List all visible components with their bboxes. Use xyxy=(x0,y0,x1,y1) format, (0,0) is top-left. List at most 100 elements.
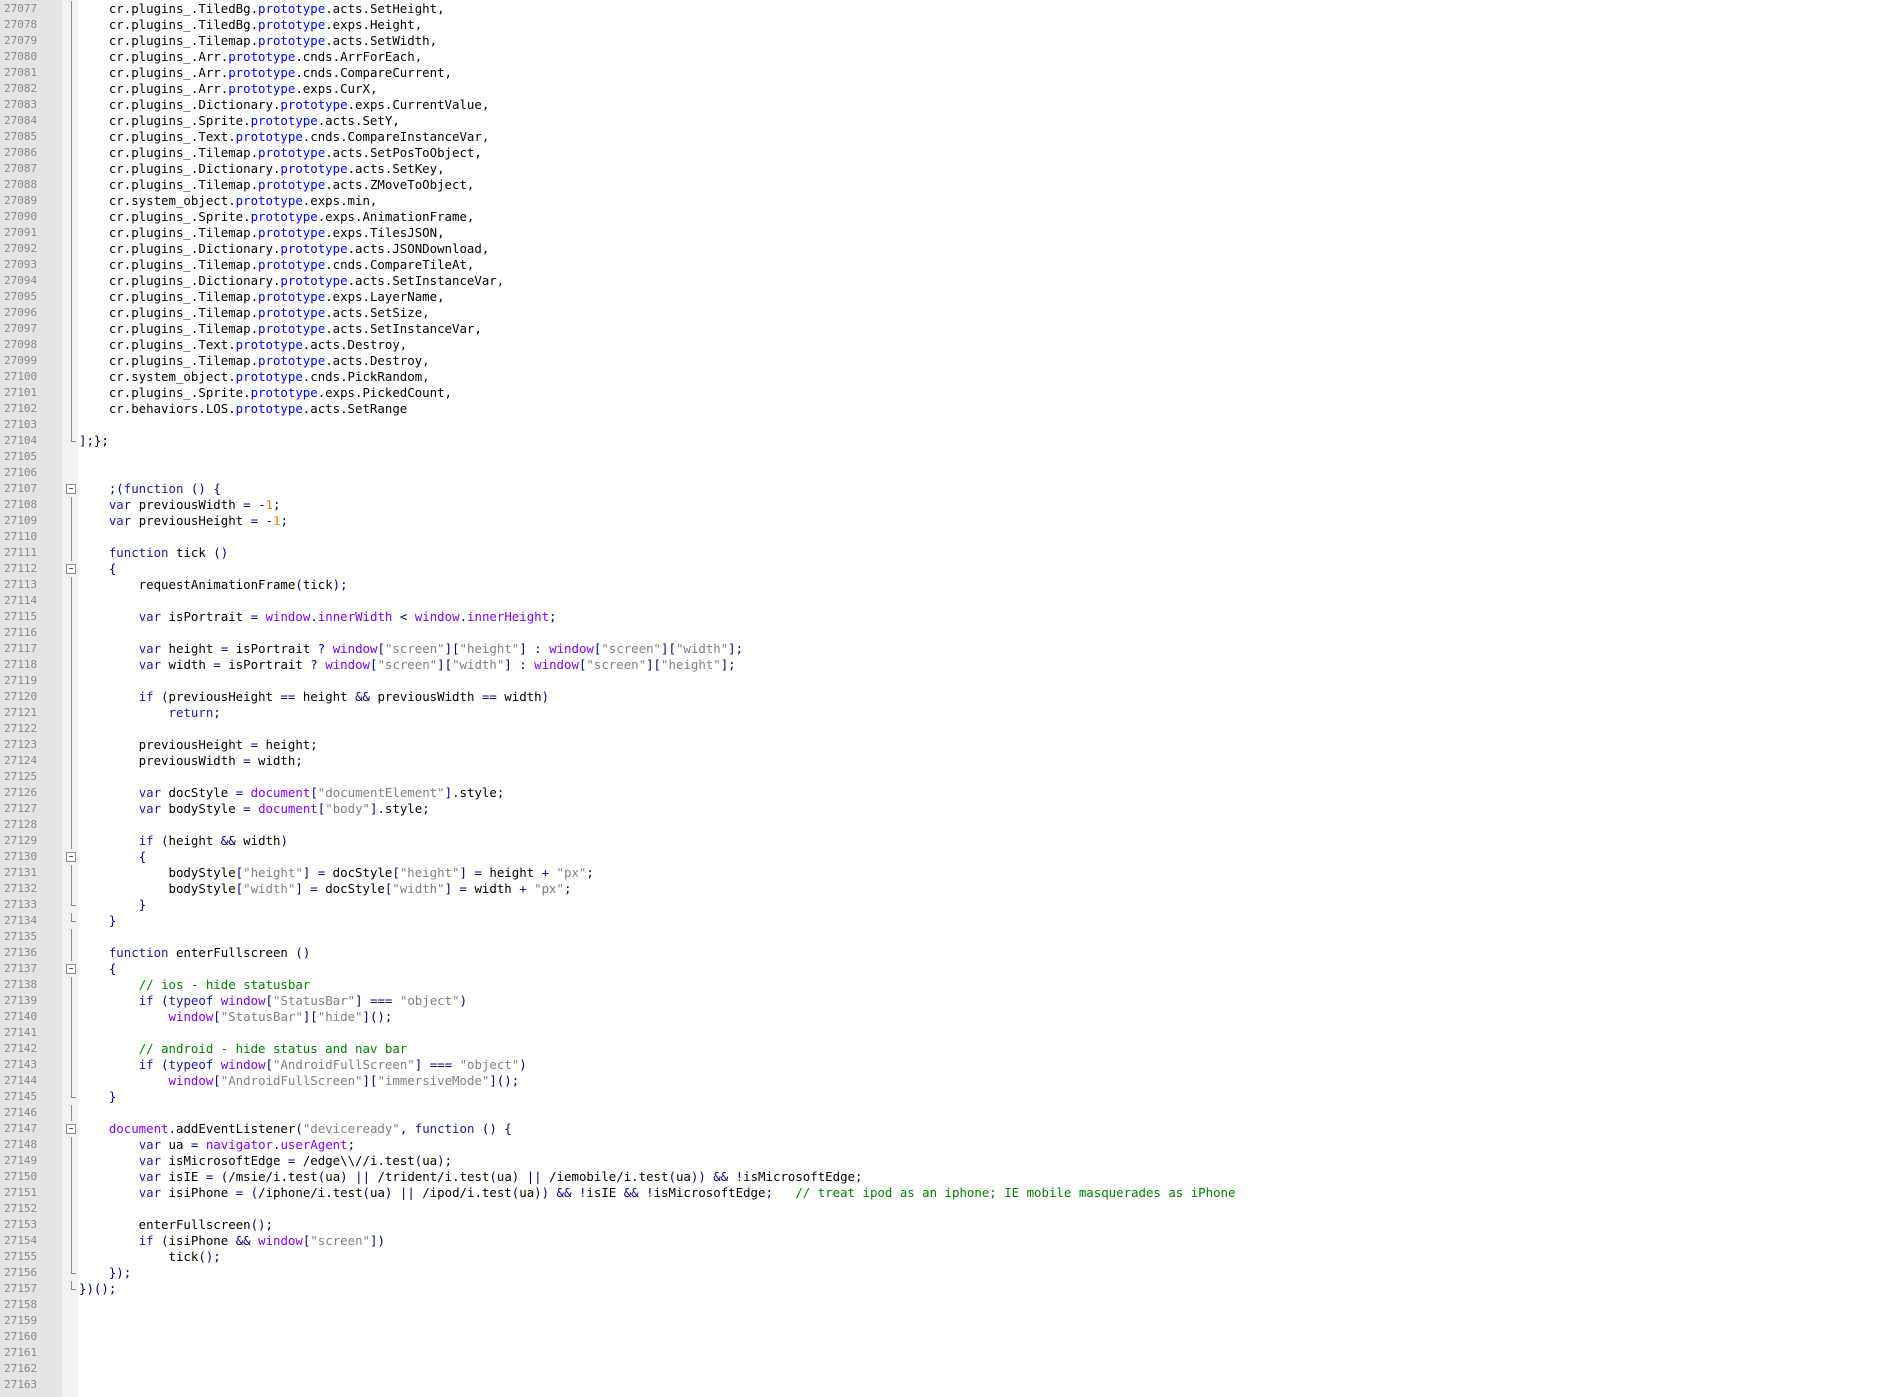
code-text[interactable]: cr.plugins_.Sprite.prototype.exps.Animat… xyxy=(79,209,475,225)
code-text[interactable]: var previousHeight = -1; xyxy=(79,513,288,529)
code-lines[interactable]: 27077 cr.plugins_.TiledBg.prototype.acts… xyxy=(0,1,1895,1393)
code-line[interactable]: 27091 cr.plugins_.Tilemap.prototype.exps… xyxy=(0,225,1895,241)
code-text[interactable]: requestAnimationFrame(tick); xyxy=(79,577,348,593)
code-line[interactable]: 27161 xyxy=(0,1345,1895,1361)
code-line[interactable]: 27120 if (previousHeight == height && pr… xyxy=(0,689,1895,705)
code-line[interactable]: 27096 cr.plugins_.Tilemap.prototype.acts… xyxy=(0,305,1895,321)
fold-toggle-icon[interactable] xyxy=(62,849,78,865)
code-text[interactable]: function enterFullscreen () xyxy=(79,945,310,961)
code-line[interactable]: 27134 } xyxy=(0,913,1895,929)
code-line[interactable]: 27087 cr.plugins_.Dictionary.prototype.a… xyxy=(0,161,1895,177)
code-text[interactable]: cr.plugins_.Tilemap.prototype.cnds.Compa… xyxy=(79,257,475,273)
code-text[interactable]: cr.plugins_.Dictionary.prototype.acts.Se… xyxy=(79,161,445,177)
code-line[interactable]: 27077 cr.plugins_.TiledBg.prototype.acts… xyxy=(0,1,1895,17)
code-line[interactable]: 27084 cr.plugins_.Sprite.prototype.acts.… xyxy=(0,113,1895,129)
code-line[interactable]: 27144 window["AndroidFullScreen"]["immer… xyxy=(0,1073,1895,1089)
code-line[interactable]: 27088 cr.plugins_.Tilemap.prototype.acts… xyxy=(0,177,1895,193)
code-line[interactable]: 27102 cr.behaviors.LOS.prototype.acts.Se… xyxy=(0,401,1895,417)
code-text[interactable]: var isPortrait = window.innerWidth < win… xyxy=(79,609,557,625)
code-text[interactable]: { xyxy=(79,849,146,865)
code-line[interactable]: 27079 cr.plugins_.Tilemap.prototype.acts… xyxy=(0,33,1895,49)
code-text[interactable]: bodyStyle["height"] = docStyle["height"]… xyxy=(79,865,594,881)
code-line[interactable]: 27103 xyxy=(0,417,1895,433)
code-text[interactable]: cr.plugins_.Dictionary.prototype.exps.Cu… xyxy=(79,97,489,113)
code-line[interactable]: 27122 xyxy=(0,721,1895,737)
code-text[interactable]: if (isiPhone && window["screen"]) xyxy=(79,1233,385,1249)
code-text[interactable]: if (height && width) xyxy=(79,833,288,849)
code-text[interactable]: var ua = navigator.userAgent; xyxy=(79,1137,355,1153)
code-text[interactable]: // android - hide status and nav bar xyxy=(79,1041,408,1057)
code-text[interactable]: cr.plugins_.Arr.prototype.cnds.ArrForEac… xyxy=(79,49,422,65)
code-text[interactable]: window["AndroidFullScreen"]["immersiveMo… xyxy=(79,1073,520,1089)
code-text[interactable]: var isiPhone = (/iphone/i.test(ua) || /i… xyxy=(79,1185,1236,1201)
code-line[interactable]: 27093 cr.plugins_.Tilemap.prototype.cnds… xyxy=(0,257,1895,273)
code-text[interactable]: cr.plugins_.TiledBg.prototype.exps.Heigh… xyxy=(79,17,422,33)
code-line[interactable]: 27152 xyxy=(0,1201,1895,1217)
code-text[interactable]: cr.plugins_.Text.prototype.acts.Destroy, xyxy=(79,337,407,353)
code-line[interactable]: 27083 cr.plugins_.Dictionary.prototype.e… xyxy=(0,97,1895,113)
code-line[interactable]: 27147 document.addEventListener("devicer… xyxy=(0,1121,1895,1137)
code-line[interactable]: 27124 previousWidth = width; xyxy=(0,753,1895,769)
code-text[interactable]: cr.plugins_.Arr.prototype.cnds.CompareCu… xyxy=(79,65,452,81)
code-line[interactable]: 27141 xyxy=(0,1025,1895,1041)
code-line[interactable]: 27132 bodyStyle["width"] = docStyle["wid… xyxy=(0,881,1895,897)
code-line[interactable]: 27097 cr.plugins_.Tilemap.prototype.acts… xyxy=(0,321,1895,337)
code-text[interactable]: cr.plugins_.TiledBg.prototype.acts.SetHe… xyxy=(79,1,445,17)
code-line[interactable]: 27106 xyxy=(0,465,1895,481)
code-text[interactable]: }); xyxy=(79,1265,131,1281)
fold-toggle-icon[interactable] xyxy=(62,561,78,577)
code-line[interactable]: 27153 enterFullscreen(); xyxy=(0,1217,1895,1233)
code-line[interactable]: 27137 { xyxy=(0,961,1895,977)
code-text[interactable]: cr.plugins_.Dictionary.prototype.acts.Se… xyxy=(79,273,504,289)
code-line[interactable]: 27104];}; xyxy=(0,433,1895,449)
code-line[interactable]: 27162 xyxy=(0,1361,1895,1377)
code-line[interactable]: 27086 cr.plugins_.Tilemap.prototype.acts… xyxy=(0,145,1895,161)
code-line[interactable]: 27130 { xyxy=(0,849,1895,865)
code-line[interactable]: 27107 ;(function () { xyxy=(0,481,1895,497)
code-text[interactable]: bodyStyle["width"] = docStyle["width"] =… xyxy=(79,881,572,897)
code-line[interactable]: 27090 cr.plugins_.Sprite.prototype.exps.… xyxy=(0,209,1895,225)
code-line[interactable]: 27080 cr.plugins_.Arr.prototype.cnds.Arr… xyxy=(0,49,1895,65)
fold-toggle-icon[interactable] xyxy=(62,481,78,497)
code-text[interactable]: cr.plugins_.Tilemap.prototype.acts.Destr… xyxy=(79,353,430,369)
code-line[interactable]: 27148 var ua = navigator.userAgent; xyxy=(0,1137,1895,1153)
code-line[interactable]: 27119 xyxy=(0,673,1895,689)
code-line[interactable]: 27146 xyxy=(0,1105,1895,1121)
code-text[interactable]: var isIE = (/msie/i.test(ua) || /trident… xyxy=(79,1169,863,1185)
code-line[interactable]: 27163 xyxy=(0,1377,1895,1393)
code-line[interactable]: 27094 cr.plugins_.Dictionary.prototype.a… xyxy=(0,273,1895,289)
code-line[interactable]: 27123 previousHeight = height; xyxy=(0,737,1895,753)
code-text[interactable]: cr.behaviors.LOS.prototype.acts.SetRange xyxy=(79,401,407,417)
code-text[interactable]: } xyxy=(79,913,116,929)
code-text[interactable]: var isMicrosoftEdge = /edge\\//i.test(ua… xyxy=(79,1153,452,1169)
code-line[interactable]: 27114 xyxy=(0,593,1895,609)
code-line[interactable]: 27098 cr.plugins_.Text.prototype.acts.De… xyxy=(0,337,1895,353)
code-text[interactable]: cr.system_object.prototype.cnds.PickRand… xyxy=(79,369,430,385)
code-line[interactable]: 27105 xyxy=(0,449,1895,465)
code-text[interactable]: cr.plugins_.Tilemap.prototype.acts.SetWi… xyxy=(79,33,437,49)
code-text[interactable]: var height = isPortrait ? window["screen… xyxy=(79,641,743,657)
code-line[interactable]: 27149 var isMicrosoftEdge = /edge\\//i.t… xyxy=(0,1153,1895,1169)
code-line[interactable]: 27155 tick(); xyxy=(0,1249,1895,1265)
code-text[interactable]: cr.plugins_.Sprite.prototype.exps.Picked… xyxy=(79,385,452,401)
code-line[interactable]: 27109 var previousHeight = -1; xyxy=(0,513,1895,529)
code-text[interactable]: cr.plugins_.Sprite.prototype.acts.SetY, xyxy=(79,113,400,129)
code-text[interactable]: { xyxy=(79,961,116,977)
code-line[interactable]: 27125 xyxy=(0,769,1895,785)
code-line[interactable]: 27121 return; xyxy=(0,705,1895,721)
code-text[interactable]: cr.plugins_.Dictionary.prototype.acts.JS… xyxy=(79,241,489,257)
code-text[interactable]: if (previousHeight == height && previous… xyxy=(79,689,549,705)
fold-toggle-icon[interactable] xyxy=(62,1121,78,1137)
code-text[interactable]: cr.plugins_.Tilemap.prototype.exps.Layer… xyxy=(79,289,445,305)
code-line[interactable]: 27133 } xyxy=(0,897,1895,913)
code-line[interactable]: 27082 cr.plugins_.Arr.prototype.exps.Cur… xyxy=(0,81,1895,97)
code-text[interactable]: var docStyle = document["documentElement… xyxy=(79,785,505,801)
code-line[interactable]: 27150 var isIE = (/msie/i.test(ua) || /t… xyxy=(0,1169,1895,1185)
code-text[interactable]: cr.plugins_.Tilemap.prototype.exps.Tiles… xyxy=(79,225,445,241)
code-line[interactable]: 27108 var previousWidth = -1; xyxy=(0,497,1895,513)
code-line[interactable]: 27140 window["StatusBar"]["hide"](); xyxy=(0,1009,1895,1025)
code-line[interactable]: 27145 } xyxy=(0,1089,1895,1105)
code-text[interactable]: if (typeof window["StatusBar"] === "obje… xyxy=(79,993,467,1009)
code-text[interactable]: cr.plugins_.Tilemap.prototype.acts.ZMove… xyxy=(79,177,475,193)
code-line[interactable]: 27110 xyxy=(0,529,1895,545)
